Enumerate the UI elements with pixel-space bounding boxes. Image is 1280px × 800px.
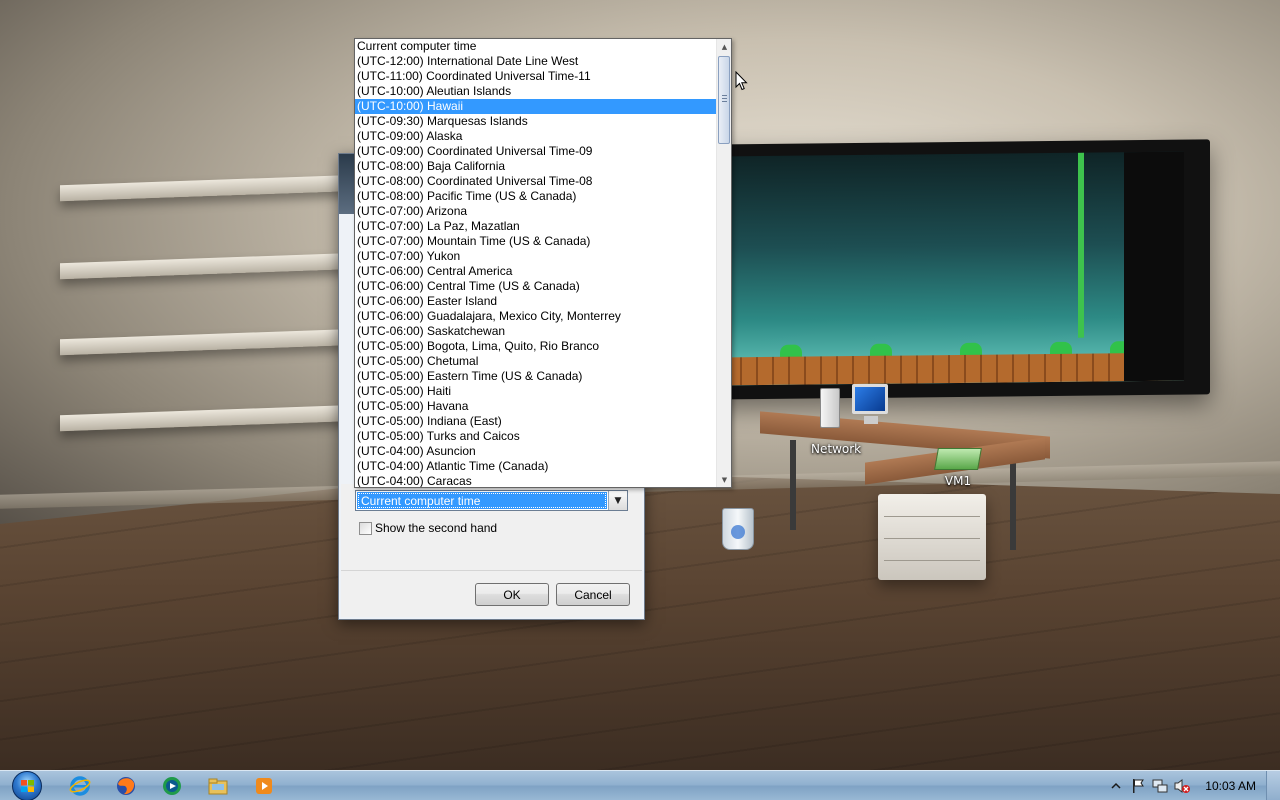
recycle-bin-desktop-icon[interactable] xyxy=(716,508,760,550)
taskbar-clock[interactable]: 10:03 AM xyxy=(1193,771,1266,800)
time-zone-option[interactable]: (UTC-07:00) La Paz, Mazatlan xyxy=(355,219,716,234)
network-icon-label: Network xyxy=(811,442,862,456)
time-zone-option[interactable]: (UTC-07:00) Mountain Time (US & Canada) xyxy=(355,234,716,249)
time-zone-dropdown-list[interactable]: Current computer time (UTC-12:00) Interna… xyxy=(354,38,732,488)
wallpaper-desk-leg xyxy=(790,440,796,530)
time-zone-select[interactable]: Current computer time ▼ xyxy=(355,490,628,511)
time-zone-options: Current computer time (UTC-12:00) Interna… xyxy=(355,39,716,487)
wallpaper-cabinet xyxy=(878,494,986,580)
time-zone-option[interactable]: (UTC-10:00) Aleutian Islands xyxy=(355,84,716,99)
network-tower-icon xyxy=(820,388,840,428)
action-center-flag-icon[interactable] xyxy=(1127,776,1149,796)
time-zone-option[interactable]: (UTC-04:00) Asuncion xyxy=(355,444,716,459)
recycle-bin-icon xyxy=(722,508,754,550)
network-monitor-icon xyxy=(852,384,888,414)
time-zone-option[interactable]: (UTC-11:00) Coordinated Universal Time-1… xyxy=(355,69,716,84)
time-zone-option-selected[interactable]: (UTC-10:00) Hawaii xyxy=(355,99,716,114)
scroll-down-arrow-icon[interactable]: ▼ xyxy=(717,472,731,487)
time-zone-option[interactable]: (UTC-09:00) Alaska xyxy=(355,129,716,144)
time-zone-dropdown-button[interactable]: ▼ xyxy=(608,491,627,510)
wallpaper-cabinet-drawer xyxy=(884,538,980,539)
time-zone-option[interactable]: (UTC-06:00) Saskatchewan xyxy=(355,324,716,339)
cancel-button[interactable]: Cancel xyxy=(556,583,630,606)
time-zone-option[interactable]: (UTC-05:00) Haiti xyxy=(355,384,716,399)
chevron-down-icon: ▼ xyxy=(614,495,622,506)
thumb-grip-line xyxy=(722,101,727,102)
media-center-icon[interactable] xyxy=(154,774,190,798)
wallpaper-tv-pipe xyxy=(1078,152,1084,338)
time-zone-option[interactable]: (UTC-08:00) Baja California xyxy=(355,159,716,174)
time-zone-option[interactable]: (UTC-07:00) Arizona xyxy=(355,204,716,219)
time-zone-option[interactable]: (UTC-08:00) Coordinated Universal Time-0… xyxy=(355,174,716,189)
system-tray: 10:03 AM xyxy=(1105,771,1280,800)
show-hidden-icons-arrow-icon[interactable] xyxy=(1105,776,1127,796)
thumb-grip-line xyxy=(722,98,727,99)
wallpaper-tv-sidebar xyxy=(1124,151,1184,382)
time-zone-option[interactable]: (UTC-05:00) Eastern Time (US & Canada) xyxy=(355,369,716,384)
taskbar: 10:03 AM xyxy=(0,770,1280,800)
time-zone-option[interactable]: (UTC-12:00) International Date Line West xyxy=(355,54,716,69)
wallpaper-cabinet-drawer xyxy=(884,560,980,561)
time-zone-select-value[interactable]: Current computer time xyxy=(357,492,607,509)
thumb-grip-line xyxy=(722,95,727,96)
network-monitor-stand xyxy=(864,416,878,424)
network-desktop-icon[interactable]: Network xyxy=(800,384,890,456)
vm1-icon-label: VM1 xyxy=(944,474,972,488)
internet-explorer-icon[interactable] xyxy=(62,774,98,798)
time-zone-option[interactable]: Current computer time xyxy=(355,39,716,54)
time-zone-option[interactable]: (UTC-08:00) Pacific Time (US & Canada) xyxy=(355,189,716,204)
time-zone-option[interactable]: (UTC-04:00) Caracas xyxy=(355,474,716,487)
time-zone-option[interactable]: (UTC-06:00) Central America xyxy=(355,264,716,279)
windows-logo-icon xyxy=(12,771,42,800)
file-explorer-icon[interactable] xyxy=(200,774,236,798)
time-zone-option[interactable]: (UTC-06:00) Guadalajara, Mexico City, Mo… xyxy=(355,309,716,324)
wallpaper-desk-leg xyxy=(1010,450,1016,550)
time-zone-option[interactable]: (UTC-05:00) Bogota, Lima, Quito, Rio Bra… xyxy=(355,339,716,354)
media-player-icon[interactable] xyxy=(246,774,282,798)
start-button[interactable] xyxy=(9,771,45,800)
show-second-hand-option[interactable]: Show the second hand xyxy=(359,521,497,535)
time-zone-option[interactable]: (UTC-05:00) Havana xyxy=(355,399,716,414)
dialog-divider xyxy=(341,570,642,571)
volume-muted-icon[interactable] xyxy=(1171,776,1193,796)
time-zone-option[interactable]: (UTC-05:00) Indiana (East) xyxy=(355,414,716,429)
scroll-thumb[interactable] xyxy=(718,56,730,144)
virtual-machine-icon xyxy=(934,448,982,470)
time-zone-option[interactable]: (UTC-06:00) Central Time (US & Canada) xyxy=(355,279,716,294)
show-second-hand-label[interactable]: Show the second hand xyxy=(375,521,497,535)
time-zone-option[interactable]: (UTC-05:00) Chetumal xyxy=(355,354,716,369)
time-zone-option[interactable]: (UTC-05:00) Turks and Caicos xyxy=(355,429,716,444)
time-zone-option[interactable]: (UTC-06:00) Easter Island xyxy=(355,294,716,309)
wallpaper-tv-ground xyxy=(710,352,1184,386)
ok-button[interactable]: OK xyxy=(475,583,549,606)
network-icon[interactable] xyxy=(1149,776,1171,796)
dialog-preview-strip xyxy=(339,154,355,214)
firefox-icon[interactable] xyxy=(108,774,144,798)
show-second-hand-checkbox[interactable] xyxy=(359,521,372,535)
mouse-pointer-icon xyxy=(735,70,749,94)
wallpaper-tv-screen xyxy=(710,151,1184,386)
time-zone-option[interactable]: (UTC-09:00) Coordinated Universal Time-0… xyxy=(355,144,716,159)
time-zone-option[interactable]: (UTC-09:30) Marquesas Islands xyxy=(355,114,716,129)
vm1-desktop-icon[interactable]: VM1 xyxy=(928,444,988,488)
wallpaper-tv xyxy=(700,139,1210,400)
time-zone-option[interactable]: (UTC-07:00) Yukon xyxy=(355,249,716,264)
scroll-up-arrow-icon[interactable]: ▲ xyxy=(717,39,731,54)
time-zone-option[interactable]: (UTC-04:00) Atlantic Time (Canada) xyxy=(355,459,716,474)
wallpaper-cabinet-drawer xyxy=(884,516,980,517)
show-desktop-button[interactable] xyxy=(1266,771,1280,800)
dropdown-scrollbar[interactable]: ▲ ▼ xyxy=(716,39,731,487)
